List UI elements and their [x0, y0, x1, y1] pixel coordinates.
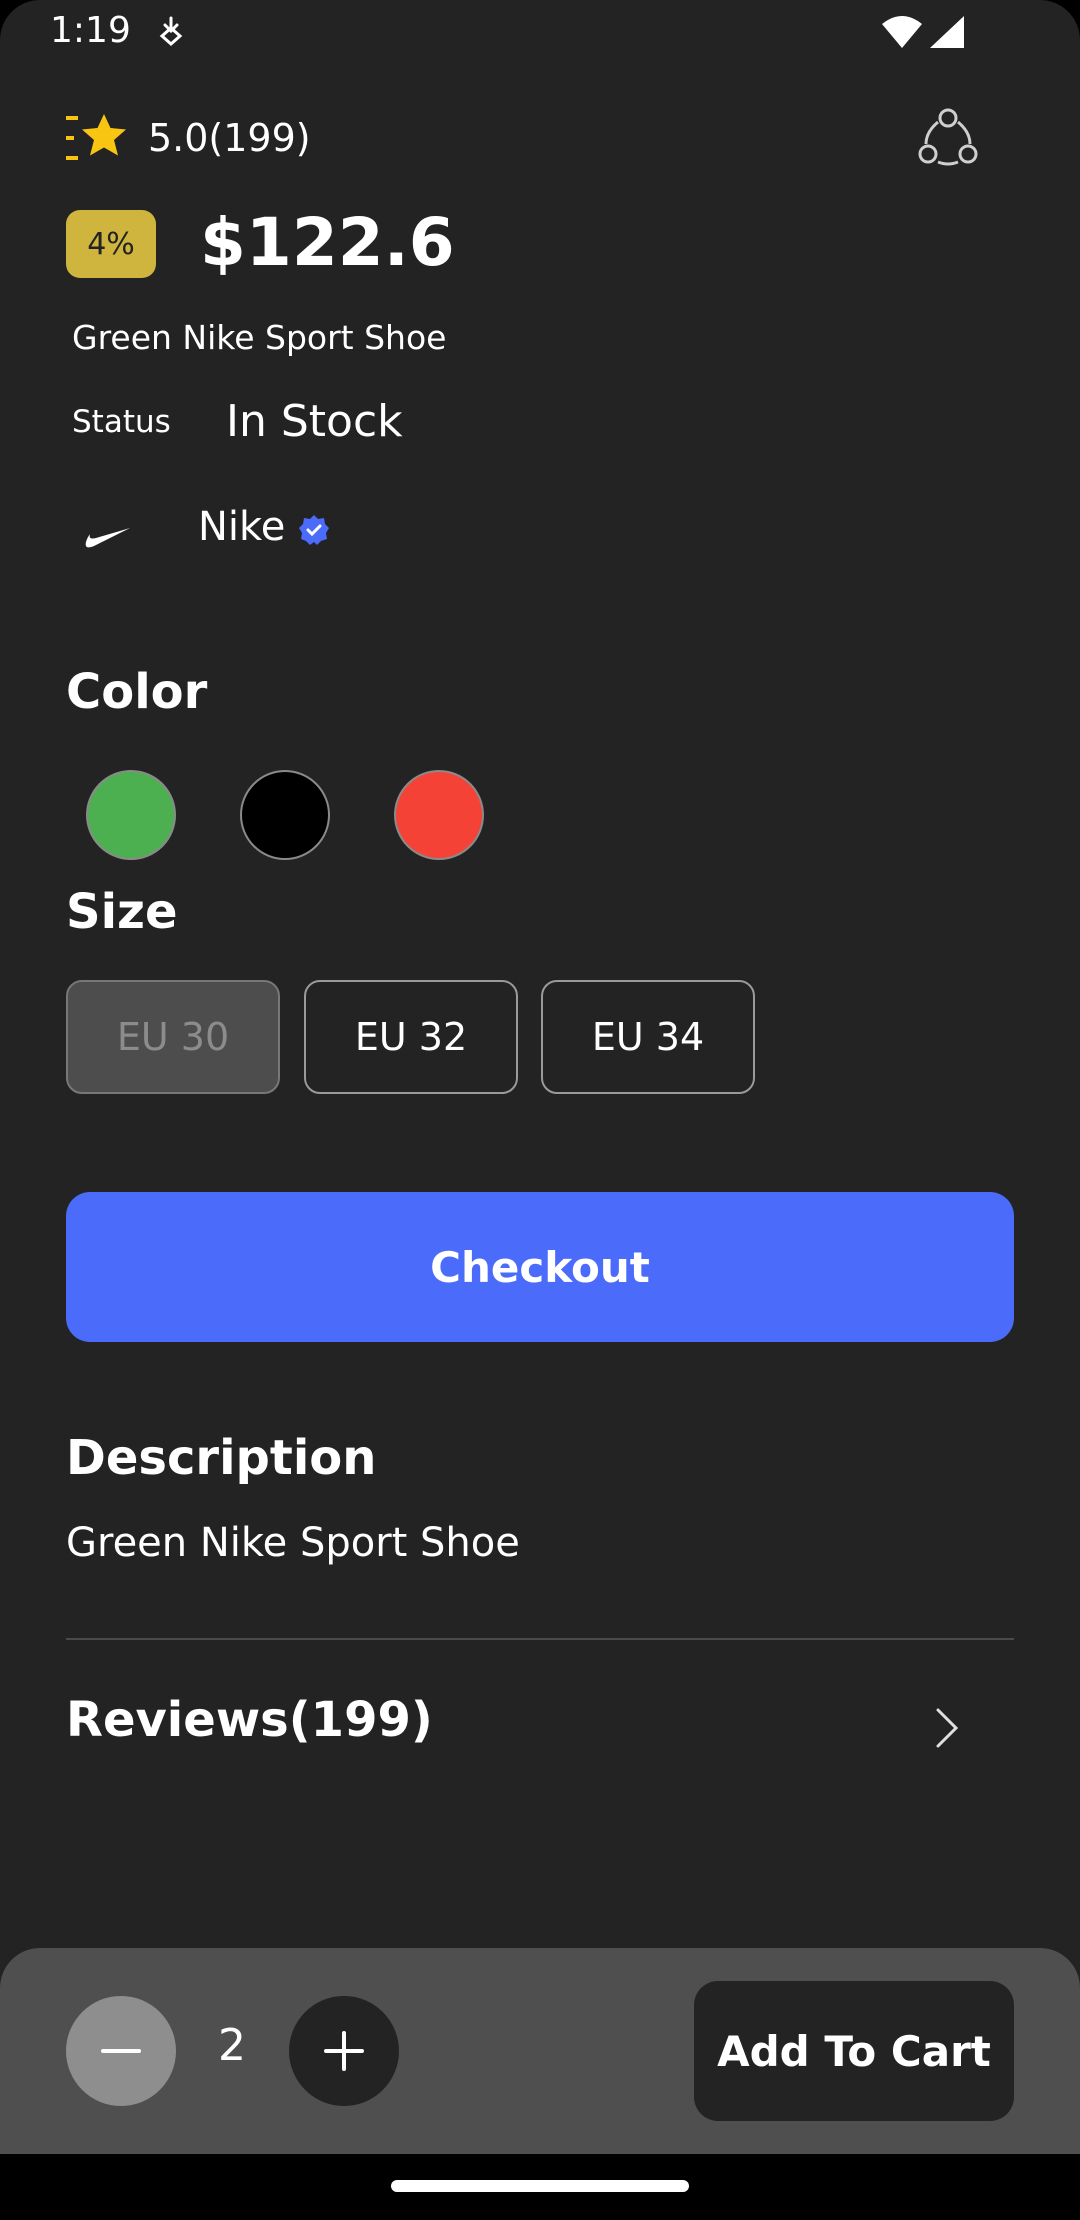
description-text: Green Nike Sport Shoe — [66, 1520, 520, 1566]
product-price: $122.6 — [200, 204, 455, 281]
verified-badge-icon — [299, 515, 329, 545]
rating-text: 5.0(199) — [148, 116, 311, 160]
share-icon[interactable] — [916, 106, 980, 170]
chevron-right-icon[interactable] — [932, 1704, 964, 1752]
wifi-icon — [882, 16, 922, 48]
download-status-icon — [159, 16, 183, 46]
stock-status-value: In Stock — [226, 396, 403, 447]
nike-logo-icon — [85, 528, 130, 548]
brand-name[interactable]: Nike — [198, 504, 285, 550]
home-indicator[interactable] — [391, 2180, 689, 2192]
color-swatch-green[interactable] — [86, 770, 176, 860]
reviews-link[interactable]: Reviews(199) — [66, 1692, 433, 1748]
divider — [66, 1638, 1014, 1640]
signal-icon — [930, 16, 964, 48]
plus-icon — [324, 2031, 364, 2071]
size-option-eu34[interactable]: EU 34 — [541, 980, 755, 1094]
rating-row: 5.0(199) — [66, 108, 311, 168]
system-nav-bar — [0, 2154, 1080, 2220]
quantity-decrease-button[interactable] — [66, 1996, 176, 2106]
color-swatch-black[interactable] — [240, 770, 330, 860]
color-section-title: Color — [66, 664, 208, 720]
minus-icon — [101, 2049, 141, 2053]
stock-status-label: Status — [72, 404, 171, 440]
star-icon — [66, 114, 126, 160]
size-section-title: Size — [66, 884, 178, 940]
product-name: Green Nike Sport Shoe — [72, 318, 447, 357]
quantity-value: 2 — [218, 2020, 246, 2071]
color-swatch-red[interactable] — [394, 770, 484, 860]
size-option-eu32[interactable]: EU 32 — [304, 980, 518, 1094]
status-bar: 1:19 — [0, 0, 1080, 64]
product-detail-screen: 1:19 5.0(199) 4% $122.6 Green Nike Sport… — [0, 0, 1080, 2220]
add-to-cart-button[interactable]: Add To Cart — [694, 1981, 1014, 2121]
discount-badge: 4% — [66, 210, 156, 278]
quantity-increase-button[interactable] — [289, 1996, 399, 2106]
description-title: Description — [66, 1430, 377, 1486]
size-option-eu30[interactable]: EU 30 — [66, 980, 280, 1094]
status-time: 1:19 — [50, 10, 131, 51]
checkout-button[interactable]: Checkout — [66, 1192, 1014, 1342]
cart-bar: 2 Add To Cart — [0, 1948, 1080, 2154]
